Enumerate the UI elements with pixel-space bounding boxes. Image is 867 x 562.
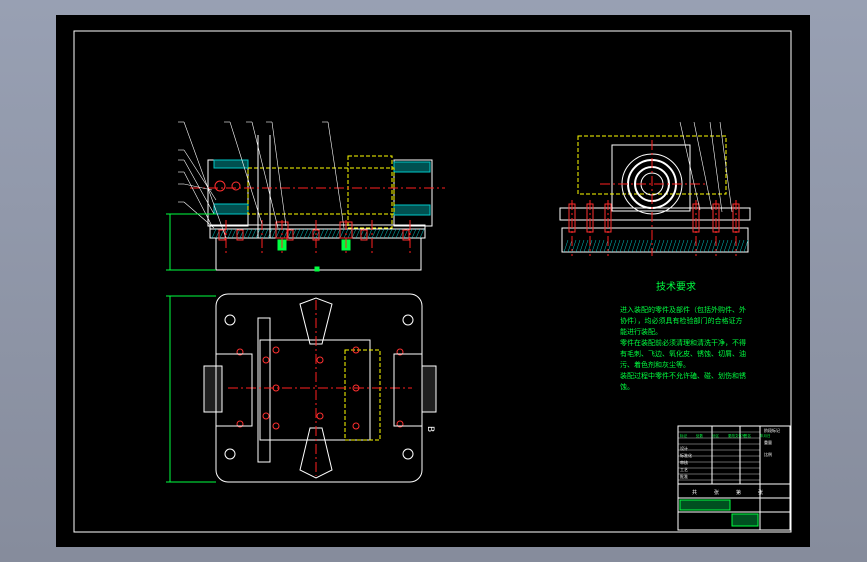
- left-clamp-bottom: [213, 203, 249, 215]
- view-label: B: [425, 426, 435, 432]
- drawing-sheet: [56, 15, 810, 547]
- title-role-label: 标准化: [680, 452, 692, 458]
- dimension-mark: [314, 266, 320, 272]
- title-role-label: 设计: [680, 445, 688, 451]
- title-row-label: 分区: [712, 433, 720, 438]
- cad-viewport[interactable]: B 技术要求进入装配的零件及部件（包括外购件、外 协件），均必须具有检验部门的合格证…: [0, 0, 867, 562]
- tech-line: 有毛刺、飞边、氧化皮、锈蚀、切屑、油: [620, 349, 746, 358]
- title-row-label: 处数: [696, 433, 704, 438]
- tech-line: 进入装配的零件及部件（包括外购件、外: [620, 305, 746, 314]
- title-green-cell: [679, 499, 731, 511]
- right-clamp-top: [393, 161, 431, 173]
- title-row-label: 年月日: [760, 433, 771, 438]
- title-green-cell: [731, 513, 759, 527]
- title-footer-label: 张: [758, 489, 763, 496]
- title-footer-label: 共: [692, 489, 697, 496]
- tech-line: 能进行装配。: [620, 327, 662, 336]
- title-role-label: 批准: [680, 473, 688, 479]
- tech-line: 蚀。: [620, 382, 634, 391]
- title-stage-label: 比例: [764, 451, 772, 457]
- title-row-label: 标记: [680, 433, 688, 438]
- tech-line: 装配过程中零件不允许磕、碰、划伤和锈: [620, 371, 746, 380]
- title-footer-label: 张: [714, 489, 719, 496]
- title-role-label: 审核: [680, 459, 688, 465]
- title-row-label: 签名: [744, 433, 751, 438]
- title-stage-label: 重量: [764, 439, 772, 445]
- tech-title: 技术要求: [656, 280, 696, 293]
- drawing-canvas[interactable]: B 技术要求进入装配的零件及部件（包括外购件、外协件），均必须具有检验部门的合格证…: [0, 0, 867, 562]
- title-footer-label: 第: [736, 489, 741, 496]
- tech-line: 污、着色剂和灰尘等。: [620, 360, 690, 369]
- tech-line: 零件在装配前必须清理和清洗干净，不得: [620, 338, 746, 347]
- title-stage-label: 阶段标记: [764, 427, 780, 433]
- right-pad: [421, 365, 437, 413]
- title-role-label: 工艺: [680, 467, 688, 472]
- tech-line: 协件），均必须具有检验部门的合格证方: [620, 316, 743, 325]
- right-clamp-bottom: [393, 204, 431, 216]
- left-pad: [203, 365, 223, 413]
